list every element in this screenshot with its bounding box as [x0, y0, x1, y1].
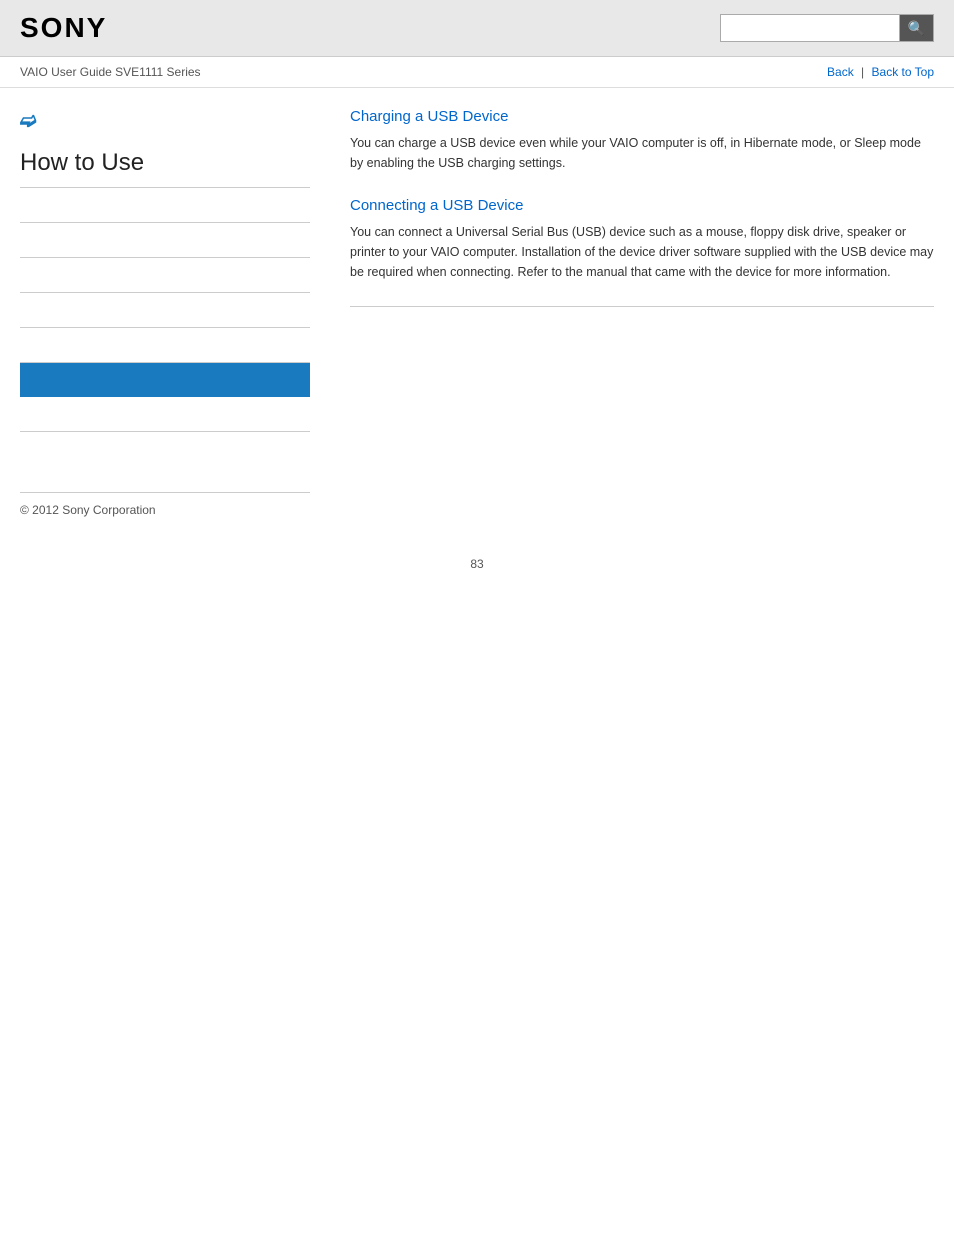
sidebar: ➫ How to Use — [20, 108, 330, 432]
sidebar-nav-link-1[interactable] — [20, 198, 310, 212]
nav-separator: | — [861, 65, 864, 79]
sidebar-nav-item-1[interactable] — [20, 188, 310, 223]
content-area: Charging a USB Device You can charge a U… — [330, 108, 934, 432]
chevron-right-icon: ➫ — [20, 108, 310, 133]
connecting-usb-body: You can connect a Universal Serial Bus (… — [350, 222, 934, 282]
sidebar-nav-link-5[interactable] — [20, 338, 310, 352]
sidebar-nav-item-highlighted[interactable] — [20, 363, 310, 397]
sidebar-nav-item-2[interactable] — [20, 223, 310, 258]
charging-usb-link[interactable]: Charging a USB Device — [350, 108, 508, 125]
sony-logo: SONY — [20, 12, 107, 44]
sidebar-nav-link-4[interactable] — [20, 303, 310, 317]
charging-usb-section: Charging a USB Device You can charge a U… — [350, 108, 934, 173]
sidebar-nav-link-7[interactable] — [20, 407, 310, 421]
connecting-usb-title: Connecting a USB Device — [350, 197, 934, 214]
content-divider — [350, 306, 934, 307]
sidebar-nav-link-2[interactable] — [20, 233, 310, 247]
search-input[interactable] — [720, 14, 900, 42]
connecting-usb-section: Connecting a USB Device You can connect … — [350, 197, 934, 282]
sidebar-nav-link-highlighted[interactable] — [28, 373, 302, 387]
sidebar-section-title: How to Use — [20, 149, 310, 188]
search-icon: 🔍 — [908, 20, 925, 37]
sidebar-nav-item-4[interactable] — [20, 293, 310, 328]
sidebar-nav-item-7[interactable] — [20, 397, 310, 432]
back-to-top-link[interactable]: Back to Top — [872, 65, 934, 79]
charging-usb-body: You can charge a USB device even while y… — [350, 133, 934, 173]
search-box: 🔍 — [720, 14, 934, 42]
sidebar-nav-item-3[interactable] — [20, 258, 310, 293]
back-link[interactable]: Back — [827, 65, 854, 79]
copyright-text: © 2012 Sony Corporation — [20, 492, 310, 517]
page-number: 83 — [0, 537, 954, 591]
sidebar-nav-link-3[interactable] — [20, 268, 310, 282]
sidebar-nav-item-5[interactable] — [20, 328, 310, 363]
page-header: SONY 🔍 — [0, 0, 954, 57]
guide-title: VAIO User Guide SVE1111 Series — [20, 65, 201, 79]
sidebar-nav — [20, 188, 310, 432]
main-container: ➫ How to Use — [0, 88, 954, 452]
connecting-usb-link[interactable]: Connecting a USB Device — [350, 197, 523, 214]
charging-usb-title: Charging a USB Device — [350, 108, 934, 125]
search-button[interactable]: 🔍 — [900, 14, 934, 42]
page-footer: © 2012 Sony Corporation — [0, 472, 954, 537]
sub-header: VAIO User Guide SVE1111 Series Back | Ba… — [0, 57, 954, 88]
nav-links: Back | Back to Top — [827, 65, 934, 79]
